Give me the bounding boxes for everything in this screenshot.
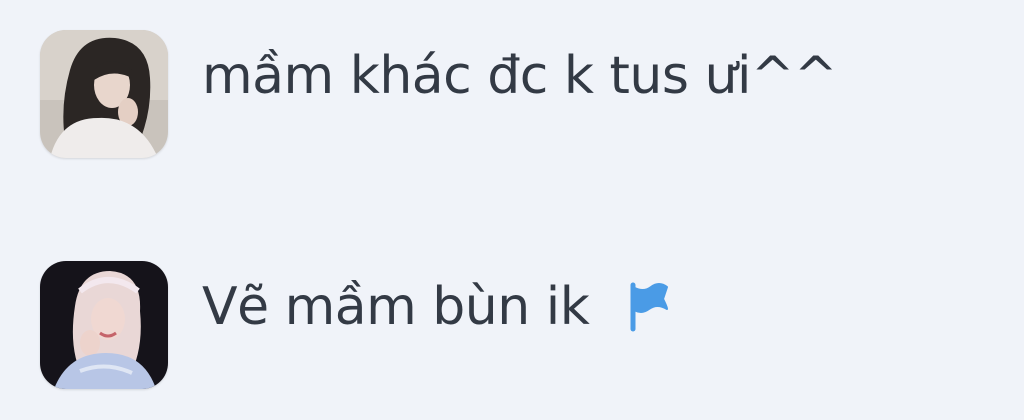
avatar-photo-icon <box>40 30 168 158</box>
comment-item: mầm khác đc k tus ưi^^ <box>40 30 838 158</box>
avatar-photo-icon <box>40 261 168 389</box>
comment-text: mầm khác đc k tus ưi^^ <box>202 46 838 106</box>
avatar[interactable] <box>40 261 168 389</box>
comment-item: Vẽ mầm bùn ik <box>40 261 671 389</box>
comment-text: Vẽ mầm bùn ik <box>202 277 590 337</box>
avatar[interactable] <box>40 30 168 158</box>
flag-icon[interactable] <box>627 281 671 333</box>
